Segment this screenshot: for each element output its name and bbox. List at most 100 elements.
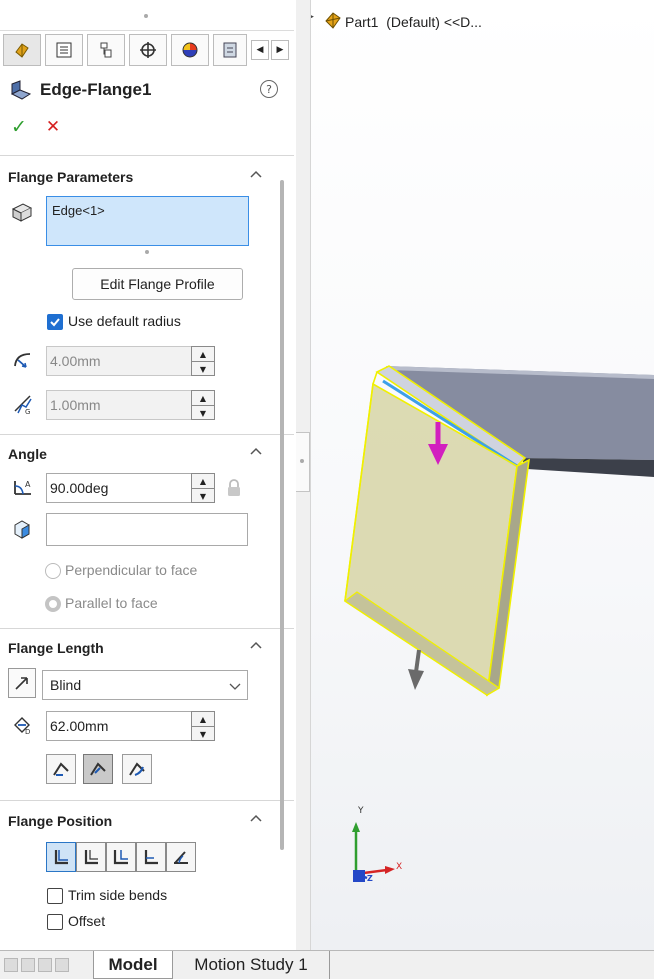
help-icon: ? [266,82,272,96]
bend-outside-icon [113,850,128,865]
display-manager-icon [182,42,198,58]
tab-motion-study-1[interactable]: Motion Study 1 [173,951,330,979]
bend-radius-icon [14,353,31,368]
help-button[interactable]: ? [260,80,278,98]
chevron-up-icon [250,641,262,649]
angle-title: Angle [8,446,47,462]
more-icon [223,42,237,58]
bottom-tab-bar: Model Motion Study 1 [0,950,654,979]
edge-selection-icon [11,203,33,222]
reference-face-icon [14,520,30,539]
angle-collapse-button[interactable] [250,445,262,459]
reverse-direction-icon [15,677,28,690]
feature-title: Edge-Flange1 [40,80,152,99]
parallel-to-face-radio[interactable] [45,596,61,612]
flange-length-input[interactable]: 62.00mm [46,711,192,741]
triad-x-label: X [396,862,403,872]
panel-collapse-handle[interactable] [296,432,310,492]
previous-tab-button[interactable] [21,958,35,972]
edit-flange-profile-button[interactable]: Edit Flange Profile [72,268,243,300]
flange-position-collapse-button[interactable] [250,812,262,826]
triad-y-label: Y [358,806,364,816]
panel-top-grip[interactable] [0,0,294,31]
inner-virtual-sharp-icon [90,762,106,776]
flange-parameters-title: Flange Parameters [8,169,134,185]
flange-angle-icon: A [14,480,31,495]
tab-configuration-manager[interactable] [87,34,125,66]
material-outside-icon [84,850,98,865]
flange-angle-spinner[interactable]: ▲ ▼ [191,473,215,503]
edge-flange-icon [10,80,32,100]
tab-model[interactable]: Model [93,951,173,979]
edge-selection-item[interactable]: Edge<1> [52,203,105,218]
material-inside-icon [54,850,68,865]
tab-dimxpert-manager[interactable] [129,34,167,66]
chevron-up-icon [250,814,262,822]
use-default-radius-label: Use default radius [68,313,181,329]
offset-checkbox[interactable] [47,914,63,930]
first-tab-button[interactable] [4,958,18,972]
end-condition-dropdown[interactable]: Blind [42,670,248,700]
tangent-bend-button[interactable] [122,754,152,784]
material-outside-button[interactable] [76,842,106,872]
perpendicular-to-face-radio[interactable] [45,563,61,579]
tangent-to-bend-button[interactable] [166,842,196,872]
bend-from-virtual-sharp-icon [144,850,158,865]
inner-virtual-sharp-button[interactable] [83,754,113,784]
lock-icon[interactable] [225,478,243,498]
bend-radius-spinner[interactable]: ▲ ▼ [191,346,215,376]
property-manager-panel: ◀ ▶ Edge-Flange1 ? ✓ ✕ Flange Parameters… [0,0,297,950]
trim-side-bends-label: Trim side bends [68,887,168,903]
feature-manager-icon [15,43,29,58]
last-tab-button[interactable] [55,958,69,972]
perpendicular-to-face-label: Perpendicular to face [65,562,198,578]
tab-display-manager[interactable] [171,34,209,66]
reference-face-selection-box[interactable] [46,513,248,546]
reverse-direction-button[interactable] [8,668,36,698]
bend-outside-button[interactable] [106,842,136,872]
configuration-manager-icon [100,42,112,58]
bend-from-virtual-sharp-button[interactable] [136,842,166,872]
use-default-radius-checkbox[interactable] [47,314,63,330]
trim-side-bends-checkbox[interactable] [47,888,63,904]
outer-virtual-sharp-button[interactable] [46,754,76,784]
flange-length-spinner[interactable]: ▲ ▼ [191,711,215,741]
triad-z-label: Z [367,874,373,883]
check-icon [50,318,60,327]
flange-length-collapse-button[interactable] [250,639,262,653]
tabs-scroll-right-button[interactable]: ▶ [271,40,289,60]
flange-angle-input[interactable]: 90.00deg [46,473,192,503]
tab-motion-study-label: Motion Study 1 [194,955,308,974]
edge-selection-box[interactable]: Edge<1> [46,196,249,246]
svg-text:G: G [25,408,30,415]
graphics-area[interactable]: ▶ Part1 (Default) <<D... Y X Z [311,0,654,950]
length-distance-icon: D [14,717,30,735]
gap-distance-spinner[interactable]: ▲ ▼ [191,390,215,420]
bend-radius-input[interactable]: 4.00mm [46,346,192,376]
svg-text:A: A [25,480,31,489]
flange-parameters-collapse-button[interactable] [250,168,262,182]
material-inside-button[interactable] [46,842,76,872]
edit-flange-profile-label: Edit Flange Profile [100,276,215,292]
tangent-to-bend-icon [174,851,188,864]
flange-length-title: Flange Length [8,640,104,656]
gap-distance-icon: G [14,395,32,415]
end-condition-value: Blind [50,677,82,693]
tab-model-label: Model [108,954,158,974]
gap-distance-input[interactable]: 1.00mm [46,390,192,420]
tab-more[interactable] [213,34,247,66]
chevron-down-icon [229,683,241,690]
selection-box-resize-grip[interactable] [145,250,149,254]
tab-feature-manager[interactable] [3,34,41,66]
next-tab-button[interactable] [38,958,52,972]
dim-xpert-icon [140,42,156,58]
checkmark-icon: ✓ [11,116,27,138]
tab-property-manager[interactable] [45,34,83,66]
tabs-scroll-left-button[interactable]: ◀ [251,40,269,60]
chevron-up-icon [250,170,262,178]
ok-button[interactable]: ✓ [8,116,30,138]
tangent-bend-icon [129,762,145,776]
parallel-to-face-label: Parallel to face [65,595,158,611]
panel-scrollbar[interactable] [280,180,284,850]
cancel-button[interactable]: ✕ [42,116,64,138]
